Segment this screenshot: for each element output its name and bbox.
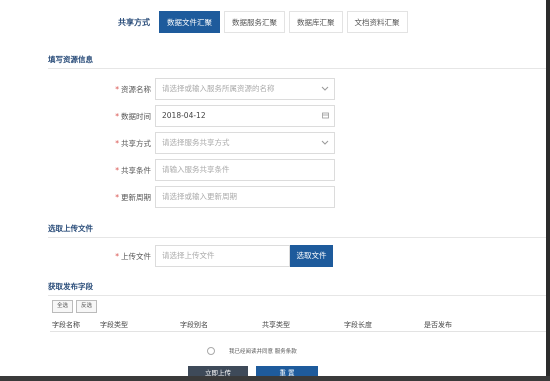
data-time-label: 数据时间: [121, 111, 151, 121]
agreement: 我已经阅读并同意 服务条款: [207, 347, 297, 355]
update-cycle-input[interactable]: 请选择或输入更新周期: [155, 186, 335, 208]
agreement-text: 我已经阅读并同意 服务条款: [229, 349, 297, 355]
tabs-label: 共享方式: [118, 17, 150, 27]
select-all-button[interactable]: 全选: [52, 300, 74, 313]
section-header-fill-info: 填写资源信息: [48, 54, 546, 69]
tab-data-service[interactable]: 数据服务汇聚: [224, 11, 285, 33]
share-condition-row: * 共享条件 请输入服务共享条件: [50, 159, 335, 181]
column-header-field-type: 字段类型: [100, 321, 128, 329]
resource-name-select[interactable]: 请选择或输入服务所属资源的名称: [155, 78, 335, 100]
column-header-field-name: 字段名称: [52, 321, 80, 329]
tab-database[interactable]: 数据库汇聚: [289, 11, 343, 33]
data-time-input[interactable]: 2018-04-12: [155, 105, 335, 127]
upload-file-input[interactable]: 请选择上传文件: [155, 245, 290, 267]
section-header-publish-fields: 获取发布字段: [48, 281, 546, 296]
share-method-label: 共享方式: [121, 138, 151, 148]
data-time-row: * 数据时间 2018-04-12: [50, 105, 335, 127]
share-condition-label: 共享条件: [121, 165, 151, 175]
agreement-radio[interactable]: [207, 347, 215, 355]
section-header-upload: 选取上传文件: [48, 223, 546, 238]
resource-name-label: 资源名称: [121, 84, 151, 94]
fields-table-header: 字段名称 字段类型 字段别名 共享类型 字段长度 是否发布: [50, 319, 546, 332]
upload-label: 上传文件: [121, 251, 151, 261]
select-file-button[interactable]: 选取文件: [290, 245, 333, 267]
window-frame-right: [546, 0, 550, 381]
column-header-field-length: 字段长度: [344, 321, 372, 329]
update-cycle-label: 更新周期: [121, 192, 151, 202]
column-header-publish: 是否发布: [424, 321, 452, 329]
share-method-tabs: 共享方式 数据文件汇聚 数据服务汇聚 数据库汇聚 文档资料汇聚: [118, 11, 412, 33]
calendar-icon[interactable]: [322, 106, 329, 126]
chevron-down-icon: [321, 133, 329, 153]
share-condition-input[interactable]: 请输入服务共享条件: [155, 159, 335, 181]
upload-row: * 上传文件 请选择上传文件 选取文件: [50, 245, 333, 267]
column-header-field-alias: 字段别名: [180, 321, 208, 329]
update-cycle-row: * 更新周期 请选择或输入更新周期: [50, 186, 335, 208]
share-method-row: * 共享方式 请选择服务共享方式: [50, 132, 335, 154]
chevron-down-icon: [321, 79, 329, 99]
column-header-share-type: 共享类型: [262, 321, 290, 329]
tab-data-file[interactable]: 数据文件汇聚: [159, 11, 220, 33]
invert-selection-button[interactable]: 反选: [76, 300, 98, 313]
window-frame-bottom: [0, 376, 550, 381]
resource-name-row: * 资源名称 请选择或输入服务所属资源的名称: [50, 78, 335, 100]
tab-document[interactable]: 文档资料汇聚: [346, 11, 408, 33]
field-select-buttons: 全选 反选: [52, 300, 100, 313]
share-method-select[interactable]: 请选择服务共享方式: [155, 132, 335, 154]
